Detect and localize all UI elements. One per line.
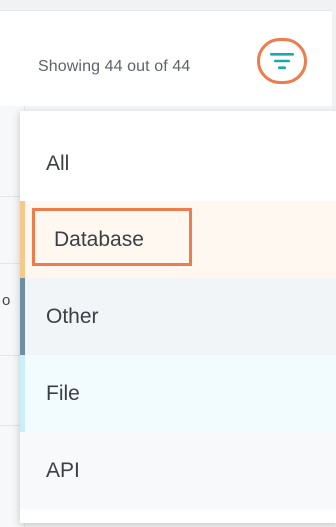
filter-option-label: Database [54,227,144,251]
accent-bar [20,201,25,278]
filter-option-label: Other [46,304,99,328]
filter-option-database[interactable]: Database [20,201,336,278]
filter-option-label: All [46,151,70,175]
filter-option-all[interactable]: All [20,126,336,201]
filter-icon [269,51,295,71]
filter-option-label: API [46,458,80,482]
filter-option-other[interactable]: Other [20,278,336,355]
filter-button[interactable] [257,38,307,84]
filter-option-api[interactable]: API [20,432,336,509]
filter-dropdown-menu: All Database Other File API [20,111,336,523]
top-bar [0,0,336,10]
filter-option-label: File [46,381,80,405]
filter-option-file[interactable]: File [20,355,336,432]
table-cell-fragment: o [2,292,11,309]
accent-bar [20,278,25,355]
showing-count-text: Showing 44 out of 44 [38,58,191,75]
accent-bar [20,355,25,432]
